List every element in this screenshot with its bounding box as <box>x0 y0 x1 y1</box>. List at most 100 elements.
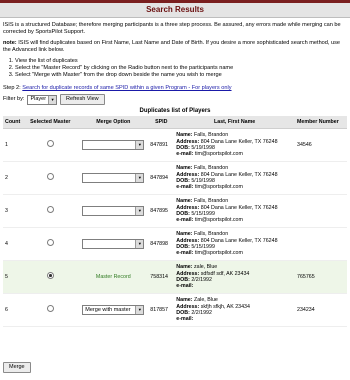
col-spid: SPID <box>148 116 175 129</box>
merge-button[interactable]: Merge <box>3 362 31 373</box>
player-address: 804 Dana Lane Keller, TX 76248 <box>200 237 278 244</box>
player-dob: 2/2/1992 <box>191 310 212 316</box>
member-number <box>295 161 347 195</box>
player-email-line: e-mail: tim@sportspilot.com <box>176 217 293 223</box>
player-details: Name: Falls, Brandon Address: 804 Dana L… <box>174 227 295 261</box>
filter-select-value: Player <box>30 96 47 102</box>
merge-option-select[interactable]: ▼ <box>82 239 145 249</box>
player-details: Name: Falls, Brandon Address: 804 Dana L… <box>174 128 295 162</box>
player-email-line: e-mail: <box>176 316 293 322</box>
spid-search-link[interactable]: Search for duplicate records of same SPI… <box>22 85 231 91</box>
table-row: 2 ▼ 847894 Name: Falls, Brandon Address:… <box>3 161 347 195</box>
col-name: Last, First Name <box>174 116 295 129</box>
player-name: zale, Blue <box>193 264 218 271</box>
merge-option-cell: ▼ <box>78 128 149 162</box>
merge-option-select[interactable]: Merge with master ▼ <box>82 305 145 315</box>
email-label: e-mail: <box>176 184 194 191</box>
merge-option-select[interactable]: ▼ <box>82 206 145 216</box>
main-content: ISIS is a structured Database; therefore… <box>3 22 347 327</box>
name-label: Name: <box>176 297 193 304</box>
player-email-line: e-mail: tim@sportspilot.com <box>176 250 293 256</box>
page-title: Search Results <box>0 3 350 18</box>
row-spid: 817857 <box>148 293 175 327</box>
row-spid: 847894 <box>148 161 175 195</box>
player-dob: 5/19/1998 <box>191 178 215 184</box>
member-number: 34546 <box>295 128 347 162</box>
master-radio[interactable] <box>46 140 54 148</box>
player-details: Name: Falls, Brandon Address: 804 Dana L… <box>174 194 295 228</box>
address-label: Address: <box>176 237 200 244</box>
note-label: note: <box>3 40 17 46</box>
table-row: 1 ▼ 847891 Name: Falls, Brandon Address:… <box>3 128 347 162</box>
player-name: Falls, Brandon <box>193 198 229 205</box>
member-number <box>295 227 347 261</box>
master-radio[interactable] <box>46 206 54 214</box>
player-dob: 2/2/1992 <box>191 277 212 283</box>
refresh-view-button[interactable]: Refresh View <box>60 94 105 105</box>
email-label: e-mail: <box>176 250 194 257</box>
master-record-label: Master Record <box>95 273 131 280</box>
merge-option-cell: ▼ <box>78 194 149 228</box>
step2-line: Step 2: Search for duplicate records of … <box>3 85 347 92</box>
player-address: 804 Dana Lane Keller, TX 76248 <box>200 171 278 178</box>
name-label: Name: <box>176 231 193 238</box>
email-label: e-mail: <box>176 316 194 323</box>
master-radio[interactable] <box>46 239 54 247</box>
dob-label: DOB: <box>176 178 190 184</box>
name-label: Name: <box>176 165 193 172</box>
address-label: Address: <box>176 303 200 310</box>
row-count: 3 <box>3 194 23 228</box>
row-count: 6 <box>3 293 23 327</box>
member-number: 765765 <box>295 260 347 294</box>
selected-master-cell <box>22 293 79 327</box>
player-name: Falls, Brandon <box>193 165 229 172</box>
chevron-down-icon: ▼ <box>48 95 57 104</box>
selected-master-cell <box>22 161 79 195</box>
selected-master-cell <box>22 227 79 261</box>
merge-option-select[interactable]: ▼ <box>82 173 145 183</box>
row-spid: 758314 <box>148 260 175 294</box>
merge-option-cell: ▼ <box>78 161 149 195</box>
name-label: Name: <box>176 264 193 271</box>
duplicates-table: Count Selected Master Merge Option SPID … <box>3 116 347 327</box>
player-address: sdfsdf sdf, AK 23434 <box>200 270 250 277</box>
merge-option-select[interactable]: ▼ <box>82 140 145 150</box>
note-body: ISIS will find duplicates based on First… <box>3 40 341 53</box>
dob-label: DOB: <box>176 310 190 316</box>
step-item: Select the "Master Record" by clicking o… <box>15 65 347 72</box>
player-name: Falls, Brandon <box>193 132 229 139</box>
merge-option-cell: Master Record <box>78 260 149 294</box>
selected-master-cell <box>22 128 79 162</box>
row-spid: 847898 <box>148 227 175 261</box>
email-label: e-mail: <box>176 151 194 158</box>
master-radio[interactable] <box>46 272 54 280</box>
player-email: tim@sportspilot.com <box>194 151 243 158</box>
address-label: Address: <box>176 270 200 277</box>
table-title: Duplicates list of Players <box>139 108 211 114</box>
table-body: 1 ▼ 847891 Name: Falls, Brandon Address:… <box>3 128 347 327</box>
table-row: 4 ▼ 847898 Name: Falls, Brandon Address:… <box>3 227 347 261</box>
row-spid: 847891 <box>148 128 175 162</box>
col-count: Count <box>3 116 23 129</box>
player-email-line: e-mail: tim@sportspilot.com <box>176 184 293 190</box>
master-radio[interactable] <box>46 173 54 181</box>
player-dob: 5/15/1999 <box>191 211 215 217</box>
member-number: 234234 <box>295 293 347 327</box>
table-row: 3 ▼ 847895 Name: Falls, Brandon Address:… <box>3 194 347 228</box>
chevron-down-icon: ▼ <box>135 141 144 149</box>
row-spid: 847895 <box>148 194 175 228</box>
step-item: Select "Merge with Master" from the drop… <box>15 72 347 79</box>
master-radio[interactable] <box>46 305 54 313</box>
row-count: 2 <box>3 161 23 195</box>
player-email: tim@sportspilot.com <box>194 217 243 224</box>
dob-label: DOB: <box>176 145 190 151</box>
steps-list: View the list of duplicates Select the "… <box>3 58 347 79</box>
step2-label: Step 2: <box>3 85 21 91</box>
chevron-down-icon: ▼ <box>135 306 144 314</box>
player-email: tim@sportspilot.com <box>194 184 243 191</box>
member-number <box>295 194 347 228</box>
player-address: 804 Dana Lane Keller, TX 76248 <box>200 204 278 211</box>
filter-select[interactable]: Player ▼ <box>27 94 58 105</box>
merge-option-value: Merge with master <box>85 306 131 313</box>
player-details: Name: Zale, Blue Address: skfjh sfkjh, A… <box>174 293 295 327</box>
